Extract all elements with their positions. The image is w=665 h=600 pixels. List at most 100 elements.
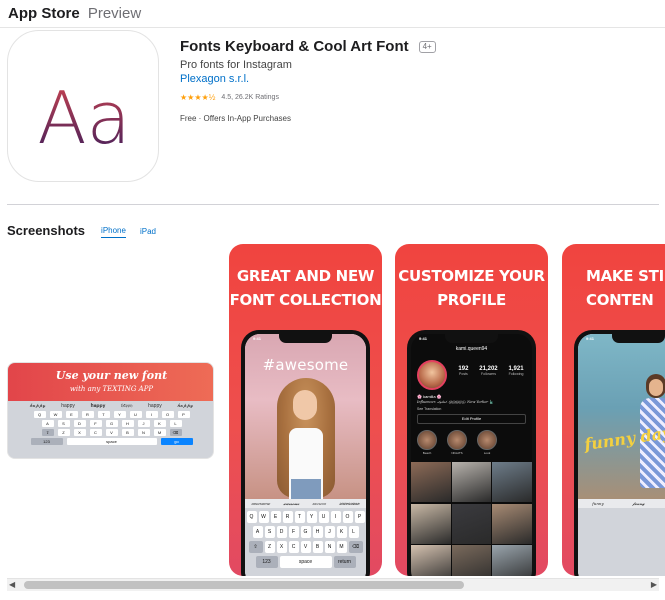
brand-name: App Store [8, 5, 80, 22]
suggestion: awesome [251, 501, 271, 506]
developer-link[interactable]: Plexagon s.r.l. [180, 73, 650, 85]
highlight-circle [477, 430, 497, 450]
key: U [129, 411, 142, 418]
key: P [177, 411, 190, 418]
key: G [105, 420, 118, 427]
suggestion: 𝔞𝔴𝔢𝔰𝔬𝔪𝔢 [312, 501, 327, 506]
suggestion: 𝔥𝔞𝔭𝔭𝔶 [121, 403, 133, 409]
key: X [73, 429, 86, 436]
stat-label: Following [508, 372, 524, 376]
grid-photo [492, 503, 532, 544]
key: G [300, 526, 311, 538]
key: Y [113, 411, 126, 418]
landscape-suggestions: 𝒽𝒶𝓅𝓅𝓎 happy 𝐡𝐚𝐩𝐩𝐲 𝔥𝔞𝔭𝔭𝔶 happy 𝒽𝒶𝓅𝓅𝓎 [8, 401, 213, 409]
rating-row: ★★★★½ 4.5, 26.2K Ratings [180, 93, 650, 102]
key: Y [306, 511, 317, 523]
key: Q [246, 511, 257, 523]
app-subtitle: Pro fonts for Instagram [180, 59, 292, 71]
key: O [342, 511, 353, 523]
suggestion: funny [592, 501, 604, 506]
highlight-item: Look [477, 430, 497, 455]
key: F [288, 526, 299, 538]
key-return: return [333, 556, 356, 568]
landscape-banner: Use your new font with any TEXTING APP [8, 363, 213, 401]
key: D [276, 526, 287, 538]
key: V [300, 541, 311, 553]
screenshot-card-1[interactable]: GREAT AND NEW FONT COLLECTION 9:41 #awes… [229, 244, 382, 576]
key: J [137, 420, 150, 427]
highlight-item: Beach [417, 430, 437, 455]
highlight-item: NIGHTS [447, 430, 467, 455]
star-rating-icon: ★★★★½ [180, 93, 216, 102]
key: S [264, 526, 275, 538]
key: K [336, 526, 347, 538]
landscape-bottom-row: 123 space go [8, 438, 213, 445]
suggestion: 𝕒𝕨𝕖𝕤𝕠𝕞𝕖 [339, 501, 360, 506]
suggestion: 𝐡𝐚𝐩𝐩𝐲 [90, 403, 106, 409]
profile-username: kami.queen94 [455, 346, 488, 352]
photo-face [649, 379, 663, 396]
key: B [121, 429, 134, 436]
key: V [105, 429, 118, 436]
key: H [121, 420, 134, 427]
key: ⇧ [41, 429, 54, 436]
screenshot-card-3[interactable]: MAKE STI CONTEN 9:41 funny day funny 𝓯𝓾𝓷𝓷… [562, 244, 665, 576]
avatar [417, 360, 447, 390]
photo-jeans [291, 479, 321, 499]
suggestion: 𝓯𝓾𝓷𝓷𝔂 [632, 501, 645, 506]
key: B [312, 541, 323, 553]
key: N [324, 541, 335, 553]
store-brand[interactable]: App Store Preview [8, 5, 141, 22]
key: N [137, 429, 150, 436]
key: ⌫ [348, 541, 363, 553]
phone-screen: 9:41 funny day funny𝓯𝓾𝓷𝓷𝔂funny [578, 334, 665, 576]
key: Q [33, 411, 46, 418]
stat-followers: 21,202 Followers [479, 366, 497, 376]
card-headline: CUSTOMIZE YOUR PROFILE [398, 267, 545, 309]
key: K [153, 420, 166, 427]
svg-text:Aa: Aa [37, 76, 130, 160]
tab-iphone[interactable]: iPhone [101, 226, 126, 238]
card-headline: MAKE STI CONTEN [586, 267, 664, 309]
keyboard-row: ⇧ Z X C V B N M ⌫ [8, 429, 213, 436]
key-123: 123 [255, 556, 278, 568]
key: R [81, 411, 94, 418]
suggestion: 𝒽𝒶𝓅𝓅𝓎 [177, 403, 194, 409]
suggestion: happy [61, 403, 75, 409]
top-bar: App Store Preview [0, 0, 665, 28]
font-suggestions: awesome 𝓪𝔀𝓮𝓼𝓸𝓶𝓮 𝔞𝔴𝔢𝔰𝔬𝔪𝔢 𝕒𝕨𝕖𝕤𝕠𝕞𝕖 [245, 499, 366, 508]
key: U [318, 511, 329, 523]
grid-photo [451, 503, 492, 544]
grid-photo [411, 462, 451, 502]
scrollbar-thumb[interactable] [24, 581, 464, 589]
profile-stats: 192 Posts 21,202 Followers 1,921 Followi… [453, 366, 529, 376]
photo-woman-beach [578, 334, 665, 499]
tab-ipad[interactable]: iPad [140, 227, 156, 238]
scroll-left-arrow-icon[interactable]: ◀ [9, 580, 15, 589]
key: M [336, 541, 347, 553]
phone-notch [612, 334, 665, 343]
key: W [258, 511, 269, 523]
suggestion: 𝒽𝒶𝓅𝓅𝓎 [29, 403, 46, 409]
app-title: Fonts Keyboard & Cool Art Font [180, 38, 409, 55]
age-rating-badge: 4+ [418, 40, 436, 53]
status-time: 9:41 [586, 336, 595, 341]
screenshot-landscape[interactable]: Use your new font with any TEXTING APP 𝒽… [7, 362, 214, 459]
scroll-right-arrow-icon[interactable]: ▶ [651, 580, 657, 589]
edit-profile-button: Edit Profile [417, 414, 526, 424]
key: C [288, 541, 299, 553]
horizontal-scrollbar[interactable]: ◀ ▶ [7, 578, 659, 591]
screenshots-header: Screenshots iPhone iPad [7, 218, 307, 238]
brand-preview-label: Preview [87, 5, 142, 22]
grid-photo [411, 545, 451, 576]
key-go: go [160, 438, 193, 445]
story-highlights: Beach NIGHTS Look [417, 430, 497, 455]
highlight-circle [417, 430, 437, 450]
section-divider [7, 204, 659, 205]
screenshot-card-2[interactable]: CUSTOMIZE YOUR PROFILE 9:41 kami.queen94… [395, 244, 548, 576]
key: D [73, 420, 86, 427]
keyboard-row: ⇧ Z X C V B N M ⌫ [245, 541, 366, 553]
profile-bio: Influencer. 𝓈𝓉𝓎𝓁𝒾𝓈𝓉. ⓂⓄⒹⒺⓁ. New Yorker 🗽 [417, 400, 494, 404]
key-space: space [279, 556, 332, 568]
key: ⌫ [169, 429, 182, 436]
